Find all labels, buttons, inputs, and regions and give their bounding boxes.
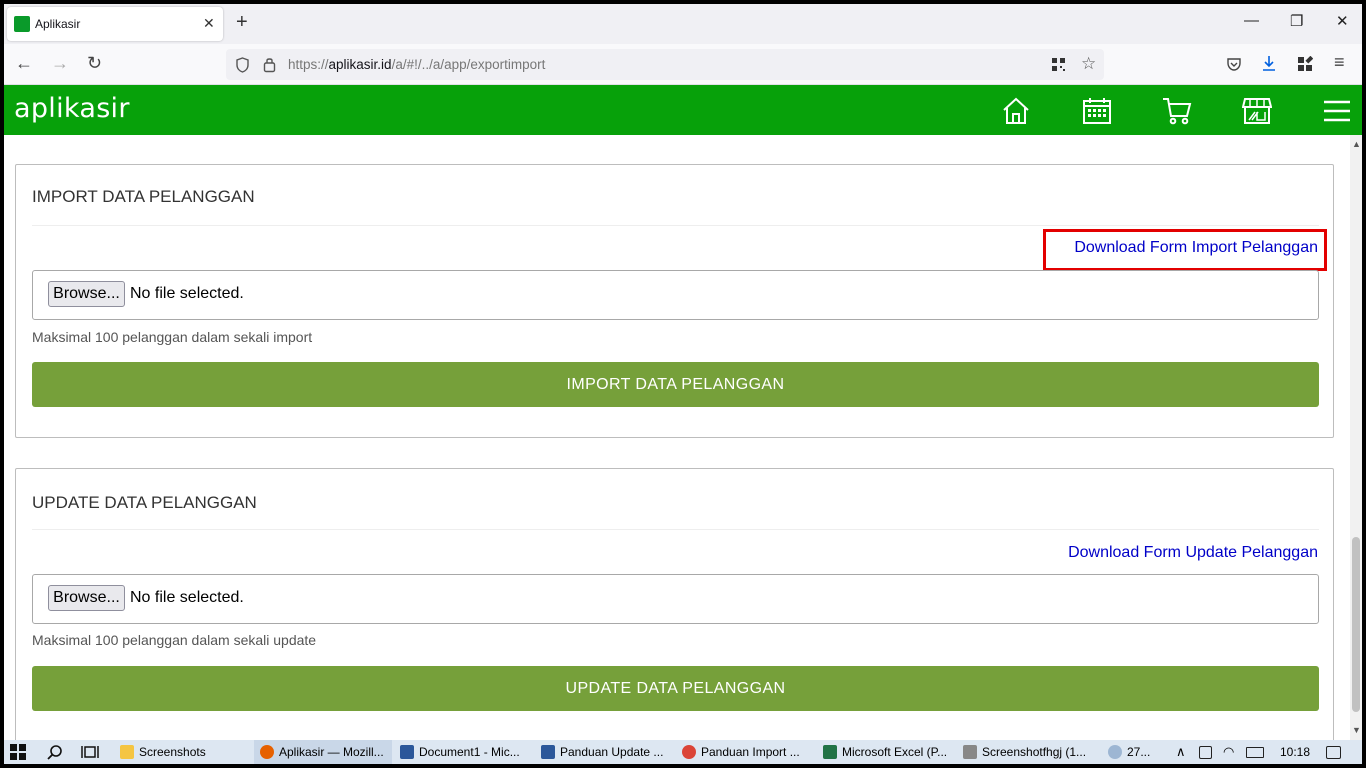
tray-app-icon[interactable] xyxy=(1199,740,1212,764)
tab-title: Aplikasir xyxy=(35,17,81,31)
cart-icon[interactable] xyxy=(1162,96,1192,126)
app-header: aplikasir xyxy=(4,85,1362,135)
calendar-icon[interactable] xyxy=(1082,96,1112,126)
bookmark-star-icon[interactable]: ☆ xyxy=(1081,54,1096,74)
update-file-status: No file selected. xyxy=(130,589,244,606)
close-window-button[interactable]: ✕ xyxy=(1336,12,1349,30)
scroll-thumb[interactable] xyxy=(1352,537,1360,712)
tab-close-icon[interactable]: ✕ xyxy=(203,15,215,32)
taskbar-item-excel[interactable]: Microsoft Excel (P... xyxy=(819,740,957,764)
search-icon[interactable] xyxy=(47,744,63,760)
import-browse-button[interactable]: Browse... xyxy=(48,281,125,307)
page-scrollbar[interactable]: ▲ ▼ xyxy=(1350,135,1362,740)
word-icon xyxy=(541,745,555,759)
divider xyxy=(32,225,1319,226)
update-panel-title: UPDATE DATA PELANGGAN xyxy=(32,493,257,512)
screen: Aplikasir ✕ + — ❐ ✕ ← → ↻ https://aplika… xyxy=(4,4,1362,764)
notification-icon[interactable] xyxy=(1326,740,1341,764)
cart-favicon-icon xyxy=(14,16,30,32)
firefox-icon xyxy=(260,745,274,759)
update-submit-button[interactable]: UPDATE DATA PELANGGAN xyxy=(32,666,1319,711)
browser-tab-bar: Aplikasir ✕ + — ❐ ✕ xyxy=(4,4,1362,44)
keyboard-icon[interactable] xyxy=(1246,740,1264,764)
update-browse-button[interactable]: Browse... xyxy=(48,585,125,611)
update-hint: Maksimal 100 pelanggan dalam sekali upda… xyxy=(32,632,317,648)
browser-nav-bar: ← → ↻ https://aplikasir.id/a/#!/../a/app… xyxy=(4,44,1362,85)
scroll-down-icon[interactable]: ▼ xyxy=(1352,725,1361,735)
wifi-icon[interactable]: ◠ xyxy=(1223,740,1234,764)
minimize-button[interactable]: — xyxy=(1244,12,1259,29)
download-icon[interactable] xyxy=(1261,55,1277,72)
cloud-icon xyxy=(1108,745,1122,759)
chevron-up-icon[interactable]: ∧ xyxy=(1176,740,1186,764)
update-file-input[interactable]: Browse... No file selected. xyxy=(32,574,1319,624)
word-icon xyxy=(400,745,414,759)
taskbar-item-screenshots[interactable]: Screenshots xyxy=(116,740,250,764)
taskbar-item-panduan-update[interactable]: Panduan Update ... xyxy=(537,740,675,764)
store-icon[interactable] xyxy=(1242,96,1272,126)
browser-tab[interactable]: Aplikasir ✕ xyxy=(7,7,223,41)
taskbar-item-document1[interactable]: Document1 - Mic... xyxy=(396,740,534,764)
import-panel: IMPORT DATA PELANGGAN Download Form Impo… xyxy=(15,164,1334,438)
extensions-icon[interactable] xyxy=(1297,56,1313,72)
taskbar: Screenshots Aplikasir — Mozill... Docume… xyxy=(4,740,1362,764)
task-view-icon[interactable] xyxy=(81,744,99,760)
scroll-up-icon[interactable]: ▲ xyxy=(1352,139,1361,149)
clock[interactable]: 10:18 xyxy=(1280,740,1310,764)
import-file-status: No file selected. xyxy=(130,285,244,302)
menu-icon[interactable] xyxy=(1322,96,1352,126)
url-text[interactable]: https://aplikasir.id/a/#!/../a/app/expor… xyxy=(288,57,545,72)
taskbar-item-firefox[interactable]: Aplikasir — Mozill... xyxy=(254,740,392,764)
main-content: IMPORT DATA PELANGGAN Download Form Impo… xyxy=(4,135,1350,740)
shield-icon[interactable] xyxy=(235,57,250,73)
reload-icon[interactable]: ↻ xyxy=(87,53,102,74)
hamburger-menu-icon[interactable]: ≡ xyxy=(1334,52,1345,73)
restore-button[interactable]: ❐ xyxy=(1290,12,1303,30)
new-tab-button[interactable]: + xyxy=(236,11,248,34)
url-bar[interactable]: https://aplikasir.id/a/#!/../a/app/expor… xyxy=(226,49,1104,80)
windows-start-icon[interactable] xyxy=(10,744,26,760)
home-icon[interactable] xyxy=(1001,96,1031,126)
import-hint: Maksimal 100 pelanggan dalam sekali impo… xyxy=(32,329,313,345)
download-update-form-link[interactable]: Download Form Update Pelanggan xyxy=(1068,544,1318,562)
app-logo[interactable]: aplikasir xyxy=(14,93,130,124)
excel-icon xyxy=(823,745,837,759)
qr-code-icon[interactable] xyxy=(1051,57,1066,72)
paint-icon xyxy=(963,745,977,759)
import-file-input[interactable]: Browse... No file selected. xyxy=(32,270,1319,320)
import-submit-button[interactable]: IMPORT DATA PELANGGAN xyxy=(32,362,1319,407)
forward-arrow-icon[interactable]: → xyxy=(51,53,69,74)
back-arrow-icon[interactable]: ← xyxy=(15,53,33,74)
keyboard-shape-icon xyxy=(1246,746,1264,758)
folder-icon xyxy=(120,745,134,759)
annotation-highlight-box xyxy=(1043,229,1327,271)
import-panel-title: IMPORT DATA PELANGGAN xyxy=(32,187,255,206)
tray-box-icon xyxy=(1199,745,1212,759)
lock-icon[interactable] xyxy=(263,56,276,73)
pocket-icon[interactable] xyxy=(1226,56,1242,72)
taskbar-item-paint[interactable]: Screenshotfhgj (1... xyxy=(959,740,1099,764)
taskbar-item-panduan-import[interactable]: Panduan Import ... xyxy=(678,740,816,764)
update-panel: UPDATE DATA PELANGGAN Download Form Upda… xyxy=(15,468,1334,740)
divider xyxy=(32,529,1319,530)
chrome-icon xyxy=(682,745,696,759)
weather-widget[interactable]: 27... xyxy=(1108,740,1172,764)
notification-bubble-icon xyxy=(1326,745,1341,759)
